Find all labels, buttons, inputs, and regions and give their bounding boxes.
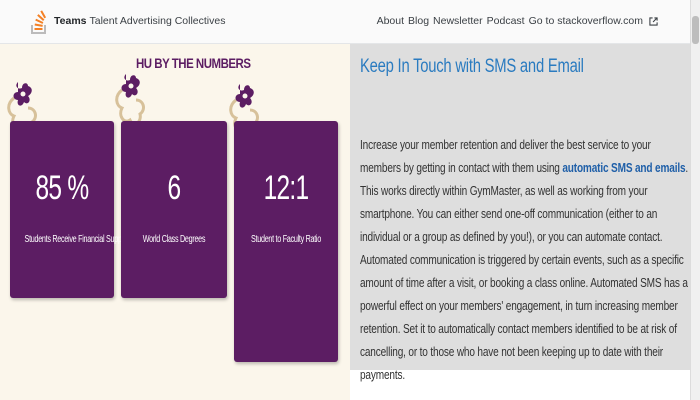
stat-value: 6 bbox=[167, 169, 182, 207]
link-newsletter[interactable]: Newsletter bbox=[433, 15, 483, 27]
brand-text: Teams Talent Advertising Collectives bbox=[54, 15, 225, 27]
stat-label: Students Receive Financial Support bbox=[24, 234, 130, 245]
link-blog[interactable]: Blog bbox=[408, 15, 429, 27]
stat-card-degrees: 6 World Class Degrees bbox=[121, 121, 227, 298]
link-about[interactable]: About bbox=[377, 15, 404, 27]
scrollbar-thumb[interactable] bbox=[692, 16, 699, 44]
external-link-icon[interactable] bbox=[649, 16, 658, 26]
automatic-sms-link[interactable]: automatic SMS and emails bbox=[562, 161, 685, 175]
stat-card-financial-support: 85 % Students Receive Financial Support bbox=[10, 121, 130, 298]
stat-label: World Class Degrees bbox=[142, 234, 206, 245]
paragraph-text-end: . This works directly within GymMaster, … bbox=[360, 161, 689, 382]
brand-products[interactable]: Talent Advertising Collectives bbox=[90, 15, 226, 27]
stat-value: 85 % bbox=[35, 169, 90, 207]
contact-heading: Keep In Touch with SMS and Email bbox=[360, 56, 584, 77]
top-navigation-bar: Teams Talent Advertising Collectives Abou… bbox=[0, 0, 700, 44]
page-scrollbar[interactable] bbox=[690, 0, 700, 400]
top-links: About Blog Newsletter Podcast Go to stac… bbox=[377, 15, 658, 27]
stat-label: Student to Faculty Ratio bbox=[251, 234, 321, 245]
stat-card-faculty-ratio: 12:1 Student to Faculty Ratio bbox=[234, 121, 338, 362]
brand-teams[interactable]: Teams bbox=[54, 15, 87, 27]
link-podcast[interactable]: Podcast bbox=[487, 15, 525, 27]
link-stackoverflow[interactable]: Go to stackoverflow.com bbox=[529, 15, 643, 27]
stat-value: 12:1 bbox=[263, 169, 309, 207]
stackoverflow-logo-icon[interactable] bbox=[30, 9, 48, 35]
contact-paragraph: Increase your member retention and deliv… bbox=[360, 134, 690, 387]
numbers-heading: HU BY THE NUMBERS bbox=[136, 55, 251, 71]
